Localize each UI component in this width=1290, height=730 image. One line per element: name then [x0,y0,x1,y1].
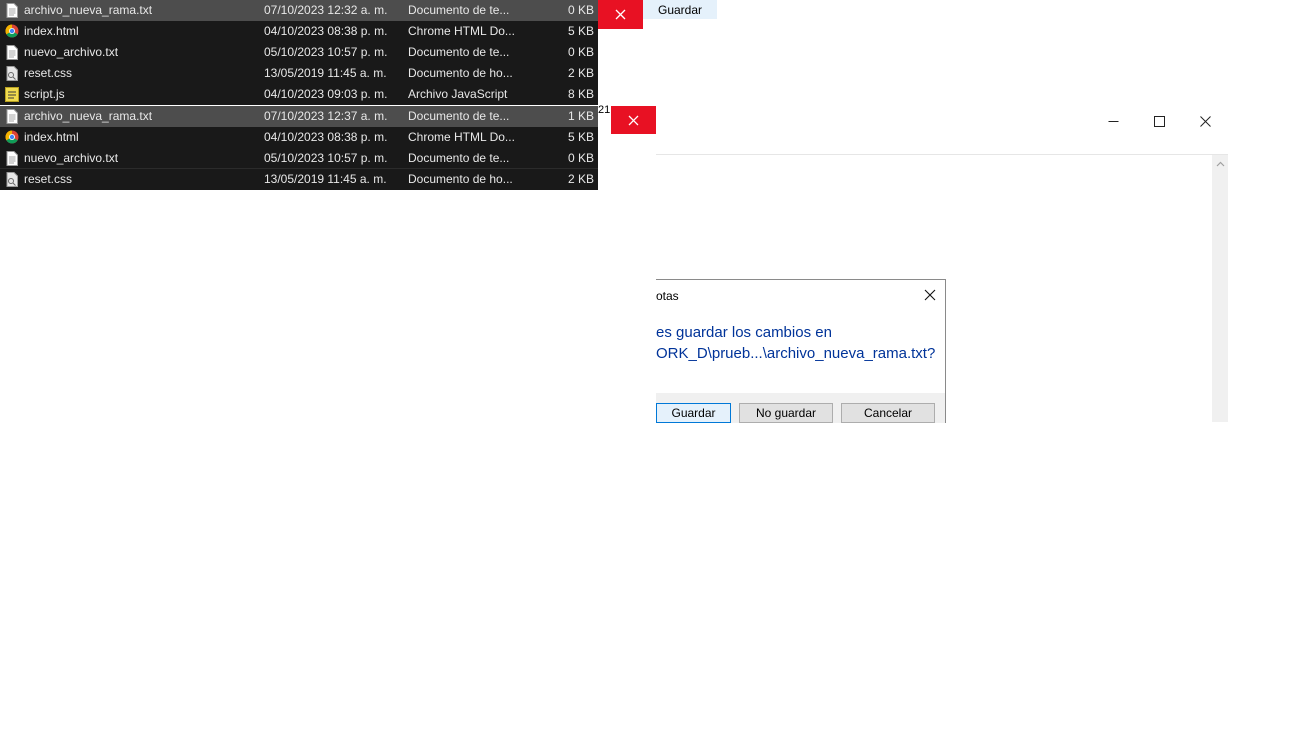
maximize-icon [1153,115,1165,127]
file-date: 07/10/2023 12:32 a. m. [264,3,388,17]
js-file-icon [5,87,19,102]
file-type: Chrome HTML Do... [408,24,515,38]
file-name: nuevo_archivo.txt [24,151,119,165]
file-date: 13/05/2019 11:45 a. m. [264,172,387,186]
close-button-second[interactable] [611,106,656,134]
file-type: Documento de ho... [408,172,513,186]
file-row[interactable]: script.js 04/10/2023 09:03 p. m. Archivo J… [0,84,598,105]
dialog-footer: Guardar No guardar Cancelar [656,393,945,423]
file-type: Documento de ho... [408,66,513,80]
chrome-icon [5,130,19,145]
file-row[interactable]: index.html 04/10/2023 08:38 p. m. Chrome H… [0,21,598,42]
file-date: 13/05/2019 11:45 a. m. [264,66,387,80]
file-name: nuevo_archivo.txt [24,45,119,59]
file-date: 05/10/2023 10:57 p. m. [264,151,388,165]
file-type: Documento de te... [408,109,510,123]
file-type: Documento de te... [408,151,510,165]
close-icon [924,289,936,301]
close-icon [615,9,626,20]
file-date: 05/10/2023 10:57 p. m. [264,45,388,59]
save-button[interactable]: Guardar [656,403,731,423]
save-button-top[interactable]: Guardar [643,0,717,19]
file-list-top: archivo_nueva_rama.txt 07/10/2023 12:32 a… [0,0,598,105]
close-button-top[interactable] [598,0,643,29]
file-size: 2 KB [567,172,594,186]
file-list-bottom: archivo_nueva_rama.txt 07/10/2023 12:37 a… [0,106,598,190]
file-type: Documento de te... [408,45,510,59]
close-icon [1199,115,1211,127]
file-date: 04/10/2023 09:03 p. m. [264,87,388,101]
file-row[interactable]: archivo_nueva_rama.txt 07/10/2023 12:32 a… [0,0,598,21]
file-row[interactable]: index.html 04/10/2023 08:38 p. m. Chrome H… [0,127,598,148]
file-name: archivo_nueva_rama.txt [24,3,153,17]
file-type: Archivo JavaScript [408,87,508,101]
text-file-icon [5,151,19,166]
dialog-close-button[interactable] [918,284,942,306]
file-date: 07/10/2023 12:37 a. m. [264,109,388,123]
minimize-button[interactable] [1090,106,1136,136]
dialog-message-line1: es guardar los cambios en [656,324,832,341]
dialog-title: otas [656,289,679,303]
text-file-icon [5,45,19,60]
save-changes-dialog: otas es guardar los cambios en ORK_D\pru… [656,279,946,423]
dialog-message-line2: ORK_D\prueb...\archivo_nueva_rama.txt? [656,345,936,362]
maximize-button[interactable] [1136,106,1182,136]
css-file-icon [5,172,19,187]
file-type: Documento de te... [408,3,510,17]
file-name: reset.css [24,172,73,186]
file-row[interactable]: nuevo_archivo.txt 05/10/2023 10:57 p. m. D… [0,42,598,63]
file-row[interactable]: archivo_nueva_rama.txt 07/10/2023 12:37 a… [0,106,598,127]
scroll-up-button[interactable] [1212,157,1228,171]
file-size: 5 KB [567,24,594,38]
cancel-button[interactable]: Cancelar [841,403,935,423]
file-row[interactable]: reset.css 13/05/2019 11:45 a. m. Documento… [0,63,598,84]
file-name: reset.css [24,66,73,80]
css-file-icon [5,66,19,81]
window-close-button[interactable] [1182,106,1228,136]
file-row[interactable]: nuevo_archivo.txt 05/10/2023 10:57 p. m. D… [0,148,598,169]
dont-save-button[interactable]: No guardar [739,403,833,423]
fragment-text: 21 [598,104,611,116]
file-name: archivo_nueva_rama.txt [24,109,153,123]
file-date: 04/10/2023 08:38 p. m. [264,24,388,38]
file-name: script.js [24,87,65,101]
file-size: 0 KB [567,3,594,17]
chevron-up-icon [1216,161,1224,167]
file-name: index.html [24,130,79,144]
file-row[interactable]: reset.css 13/05/2019 11:45 a. m. Documento… [0,169,598,190]
file-size: 5 KB [567,130,594,144]
file-size: 2 KB [567,66,594,80]
file-size: 1 KB [567,109,594,123]
dialog-message: es guardar los cambios en ORK_D\prueb...… [656,322,935,364]
chrome-icon [5,24,19,39]
file-size: 0 KB [567,45,594,59]
vertical-scrollbar[interactable] [1212,155,1228,422]
minimize-icon [1108,120,1118,122]
file-size: 0 KB [567,151,594,165]
file-name: index.html [24,24,79,38]
text-file-icon [5,109,19,124]
file-type: Chrome HTML Do... [408,130,515,144]
file-date: 04/10/2023 08:38 p. m. [264,130,388,144]
editor-titlebar [656,106,1228,136]
text-file-icon [5,3,19,18]
close-icon [628,115,639,125]
file-size: 8 KB [567,87,594,101]
